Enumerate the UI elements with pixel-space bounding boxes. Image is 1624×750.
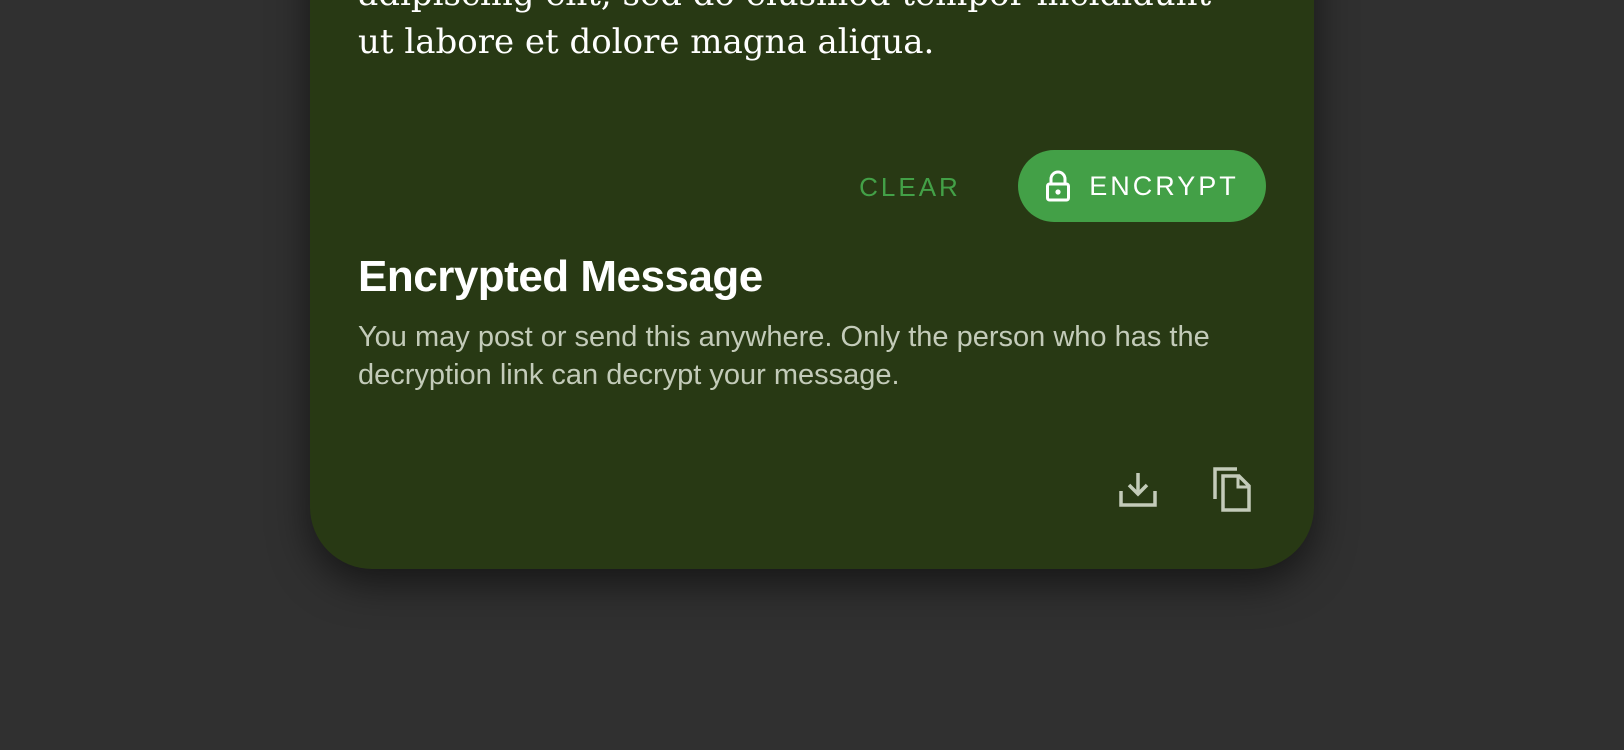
encrypt-button[interactable]: ENCRYPT [1018, 150, 1266, 222]
download-button[interactable] [1110, 462, 1166, 518]
encrypt-button-label: ENCRYPT [1089, 170, 1239, 201]
clear-button[interactable]: CLEAR [852, 165, 968, 209]
message-input-text[interactable]: adipiscing elit, sed do eiusmod tempor i… [358, 0, 1278, 66]
download-icon [1118, 469, 1158, 512]
copy-button[interactable] [1204, 462, 1260, 518]
lock-icon [1045, 170, 1071, 202]
encrypted-message-title: Encrypted Message [358, 252, 763, 301]
copy-icon [1211, 465, 1253, 516]
encrypted-message-description: You may post or send this anywhere. Only… [358, 321, 1210, 391]
